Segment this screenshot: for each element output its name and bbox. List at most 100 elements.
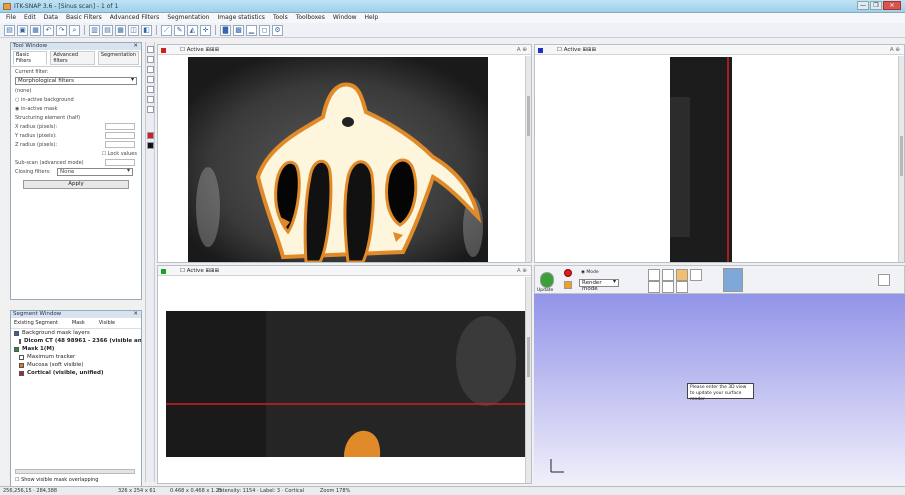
sagittal-scrollbar[interactable] bbox=[898, 56, 904, 262]
segment-color-swatch[interactable] bbox=[19, 362, 24, 368]
axial-image[interactable] bbox=[188, 57, 488, 262]
menu-basic-filters[interactable]: Basic Filters bbox=[66, 13, 102, 23]
close-segment-panel-icon[interactable]: ✕ bbox=[133, 311, 138, 318]
open-icon[interactable]: ▤ bbox=[4, 24, 15, 36]
contrast-icon[interactable] bbox=[147, 76, 154, 83]
measure-icon[interactable]: ⟋ bbox=[161, 24, 172, 36]
expand-icon[interactable] bbox=[564, 281, 572, 289]
closing-select[interactable]: None bbox=[57, 168, 133, 176]
z-radius-input[interactable] bbox=[105, 141, 135, 148]
menu-segmentation[interactable]: Segmentation bbox=[167, 13, 209, 23]
menu-help[interactable]: Help bbox=[365, 13, 379, 23]
foreground-color-swatch[interactable] bbox=[147, 132, 154, 139]
scene-icon[interactable] bbox=[723, 268, 743, 292]
segment-row[interactable]: Mucosa (soft visible) bbox=[11, 361, 141, 369]
axial-scrollbar[interactable] bbox=[525, 56, 531, 262]
col-visible[interactable]: Visible bbox=[99, 320, 115, 326]
crosshair-icon[interactable]: ✛ bbox=[200, 24, 211, 36]
cut-icon[interactable] bbox=[690, 269, 702, 281]
layout-2-icon[interactable]: ▤ bbox=[102, 24, 113, 36]
segment-row[interactable]: Mask 1(M) bbox=[11, 345, 141, 353]
undo-icon[interactable]: ↶ bbox=[43, 24, 54, 36]
coronal-active-label[interactable]: ☐ Active ⊞⊞⊞ bbox=[180, 266, 219, 276]
tab-segmentation[interactable]: Segmentation bbox=[97, 51, 139, 65]
render-mode-select[interactable]: Render mode bbox=[579, 279, 619, 292]
coronal-image[interactable] bbox=[166, 311, 526, 457]
pan-icon[interactable] bbox=[147, 66, 154, 73]
axial-viewport[interactable]: ☐ Active ⊞⊞⊞ A ⊕ bbox=[157, 44, 532, 263]
lights-icon[interactable] bbox=[648, 281, 660, 293]
layout-1-icon[interactable]: ▥ bbox=[89, 24, 100, 36]
record-icon[interactable] bbox=[564, 269, 572, 277]
coronal-viewport[interactable]: ☐ Active ⊞⊞⊞ A ⊕ bbox=[157, 265, 532, 484]
tab-advanced-filters[interactable]: Advanced filters bbox=[50, 51, 95, 65]
sagittal-active-label[interactable]: ☐ Active ⊞⊞⊞ bbox=[557, 45, 596, 55]
menu-tools[interactable]: Tools bbox=[273, 13, 288, 23]
mode-option[interactable]: ◉ Mode bbox=[581, 270, 599, 275]
segment-color-swatch[interactable] bbox=[19, 354, 24, 360]
move-icon[interactable] bbox=[662, 269, 674, 281]
axial-active-label[interactable]: ☐ Active ⊞⊞⊞ bbox=[180, 45, 219, 55]
menu-file[interactable]: File bbox=[6, 13, 16, 23]
segment-color-swatch[interactable] bbox=[19, 370, 24, 376]
lock-values-checkbox[interactable]: ☐ Lock values bbox=[11, 149, 141, 158]
polygon-icon[interactable] bbox=[147, 96, 154, 103]
sagittal-controls[interactable]: A ⊕ bbox=[890, 45, 900, 55]
background-color-swatch[interactable] bbox=[147, 142, 154, 149]
segment-row[interactable]: Cortical (visible, unified) bbox=[11, 369, 141, 377]
apply-button[interactable]: Apply bbox=[23, 180, 129, 189]
save-icon[interactable]: ▣ bbox=[17, 24, 28, 36]
segment-row[interactable]: Background mask layers bbox=[11, 329, 141, 337]
save-as-icon[interactable]: ▦ bbox=[30, 24, 41, 36]
segment-row[interactable]: Dicom CT (48 98961 - 2366 (visible ant) bbox=[11, 337, 141, 345]
grid-icon[interactable]: ▩ bbox=[233, 24, 244, 36]
menu-window[interactable]: Window bbox=[333, 13, 357, 23]
add-icon[interactable] bbox=[878, 274, 890, 286]
y-radius-input[interactable] bbox=[105, 132, 135, 139]
col-mask[interactable]: Mask bbox=[72, 320, 85, 326]
snapshot-icon[interactable]: ◫ bbox=[128, 24, 139, 36]
menu-data[interactable]: Data bbox=[44, 13, 58, 23]
filter-select[interactable]: Morphological filters bbox=[15, 77, 137, 85]
zoom-icon[interactable]: ⌕ bbox=[69, 24, 80, 36]
rotate-icon[interactable] bbox=[648, 269, 660, 281]
close-panel-icon[interactable]: ✕ bbox=[133, 43, 138, 50]
sagittal-viewport[interactable]: ☐ Active ⊞⊞⊞ A ⊕ bbox=[534, 44, 905, 263]
segment-row[interactable]: Maximum tracker bbox=[11, 353, 141, 361]
col-existing[interactable]: Existing Segment bbox=[14, 320, 58, 326]
pencil-icon[interactable]: ✎ bbox=[174, 24, 185, 36]
segmentation-icon[interactable]: ◧ bbox=[141, 24, 152, 36]
camera-icon[interactable] bbox=[676, 281, 688, 293]
redo-icon[interactable]: ↷ bbox=[56, 24, 67, 36]
option-background[interactable]: ○ in-active background bbox=[11, 95, 141, 104]
grid-3d-icon[interactable] bbox=[662, 281, 674, 293]
option-mask[interactable]: ◉ in-active mask bbox=[11, 104, 141, 113]
bucket-icon[interactable]: ◭ bbox=[187, 24, 198, 36]
x-radius-input[interactable] bbox=[105, 123, 135, 130]
snake-icon[interactable] bbox=[147, 106, 154, 113]
paint-3d-icon[interactable] bbox=[676, 269, 688, 281]
window-icon[interactable]: ◻ bbox=[259, 24, 270, 36]
update-icon[interactable] bbox=[540, 272, 554, 288]
coronal-controls[interactable]: A ⊕ bbox=[517, 266, 527, 276]
pointer-icon[interactable] bbox=[147, 46, 154, 53]
menu-edit[interactable]: Edit bbox=[24, 13, 36, 23]
sagittal-image[interactable] bbox=[670, 57, 732, 262]
menu-advanced-filters[interactable]: Advanced Filters bbox=[110, 13, 160, 23]
show-overlap-checkbox[interactable]: ☐ Show visible mask overlapping bbox=[15, 477, 98, 483]
axial-controls[interactable]: A ⊕ bbox=[517, 45, 527, 55]
chart-icon[interactable]: ▁ bbox=[246, 24, 257, 36]
layout-3-icon[interactable]: ▦ bbox=[115, 24, 126, 36]
coronal-scrollbar[interactable] bbox=[525, 277, 531, 483]
histogram-icon[interactable]: ▇ bbox=[220, 24, 231, 36]
coronal-scroll-thumb[interactable] bbox=[527, 337, 530, 377]
horizontal-scrollbar[interactable] bbox=[15, 469, 135, 474]
segment-color-swatch[interactable] bbox=[19, 338, 21, 344]
menu-toolboxes[interactable]: Toolboxes bbox=[296, 13, 325, 23]
sagittal-scroll-thumb[interactable] bbox=[900, 136, 903, 176]
close-button[interactable]: ✕ bbox=[883, 1, 901, 10]
menu-image-statistics[interactable]: Image statistics bbox=[217, 13, 264, 23]
paint-icon[interactable] bbox=[147, 86, 154, 93]
segment-color-swatch[interactable] bbox=[14, 346, 19, 352]
minimize-button[interactable]: — bbox=[857, 1, 869, 10]
